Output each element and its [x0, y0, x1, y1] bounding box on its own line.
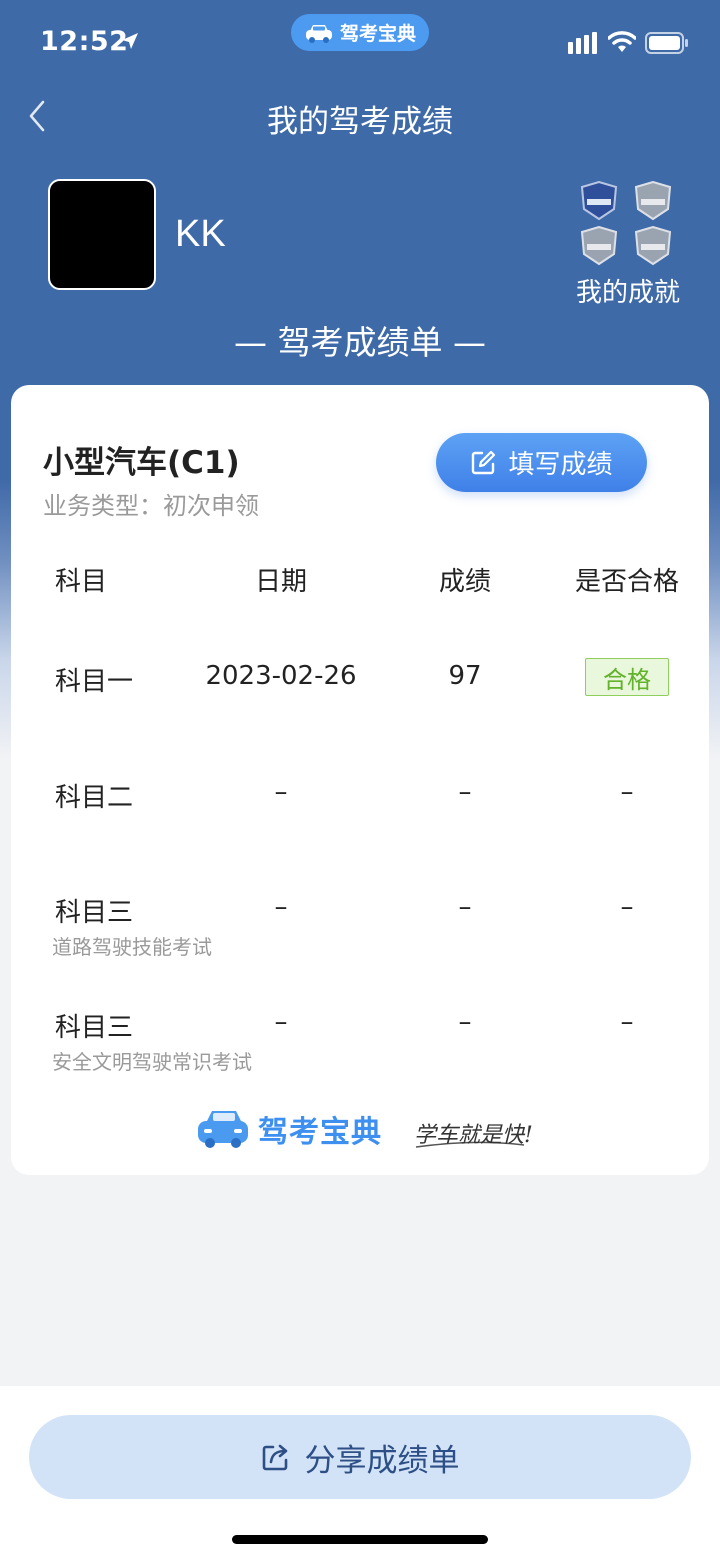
row-pass: –: [620, 1007, 634, 1037]
header-pass: 是否合格: [574, 567, 679, 597]
row-pass: –: [620, 777, 634, 807]
badge-icon: [634, 181, 672, 221]
achievement-badges[interactable]: [578, 181, 678, 267]
share-label: 分享成绩单: [304, 1442, 460, 1479]
row-subtitle: 道路驾驶技能考试: [52, 935, 212, 959]
row-date: –: [274, 892, 288, 922]
row-date: –: [274, 777, 288, 807]
row-subtitle: 安全文明驾驶常识考试: [52, 1050, 252, 1074]
share-button[interactable]: 分享成绩单: [29, 1415, 691, 1499]
pill-label: 驾考宝典: [339, 23, 416, 45]
app-return-pill[interactable]: 驾考宝典: [291, 14, 429, 51]
vehicle-type: 小型汽车(C1): [43, 445, 240, 481]
share-icon: [262, 1444, 287, 1471]
badge-icon: [580, 181, 618, 221]
wifi-icon: [608, 31, 636, 52]
row-date: 2023-02-26: [205, 661, 357, 691]
badge-icon: [580, 226, 618, 266]
score-card: 小型汽车(C1) 业务类型：初次申领 填写成绩 科目 日期 成绩 是否合格 科目…: [11, 385, 709, 1175]
home-indicator[interactable]: [232, 1535, 488, 1544]
row-score: –: [458, 892, 472, 922]
row-score: –: [458, 1007, 472, 1037]
fill-score-button[interactable]: 填写成绩: [436, 433, 647, 492]
car-icon: [305, 24, 332, 43]
header-date: 日期: [254, 567, 307, 597]
status-bar: 12:52 驾考宝典: [0, 0, 720, 88]
car-logo-icon: [198, 1111, 248, 1148]
fill-score-label: 填写成绩: [508, 450, 613, 480]
page-title: 我的驾考成绩: [267, 104, 453, 140]
header-score: 成绩: [438, 567, 491, 597]
nav-bar: 我的驾考成绩: [0, 88, 720, 144]
badge-icon: [634, 226, 672, 266]
row-subject: 科目二: [55, 783, 134, 813]
business-type: 业务类型：初次申领: [43, 492, 259, 520]
pass-badge: 合格: [585, 658, 669, 696]
username: KK: [175, 213, 226, 255]
edit-icon: [472, 450, 496, 474]
brand-logo: 驾考宝典 学车就是快!: [196, 1103, 536, 1153]
row-score: 97: [448, 661, 482, 691]
row-subject: 科目一: [55, 667, 134, 697]
row-subject: 科目三: [55, 898, 134, 928]
row-pass: –: [620, 892, 634, 922]
sheet-title: — 驾考成绩单 —: [234, 323, 486, 362]
row-date: –: [274, 1007, 288, 1037]
achievements-link[interactable]: 我的成就: [560, 272, 696, 309]
battery-icon: [645, 32, 688, 54]
row-subject: 科目三: [55, 1013, 134, 1043]
brand-slogan: 学车就是快!: [414, 1123, 533, 1148]
row-score: –: [458, 777, 472, 807]
avatar[interactable]: [48, 179, 156, 290]
cellular-signal-icon: [568, 32, 597, 54]
status-time: 12:52: [40, 26, 129, 57]
location-arrow-icon: [122, 33, 138, 49]
header-subject: 科目: [55, 567, 108, 597]
brand-name: 驾考宝典: [258, 1115, 382, 1150]
